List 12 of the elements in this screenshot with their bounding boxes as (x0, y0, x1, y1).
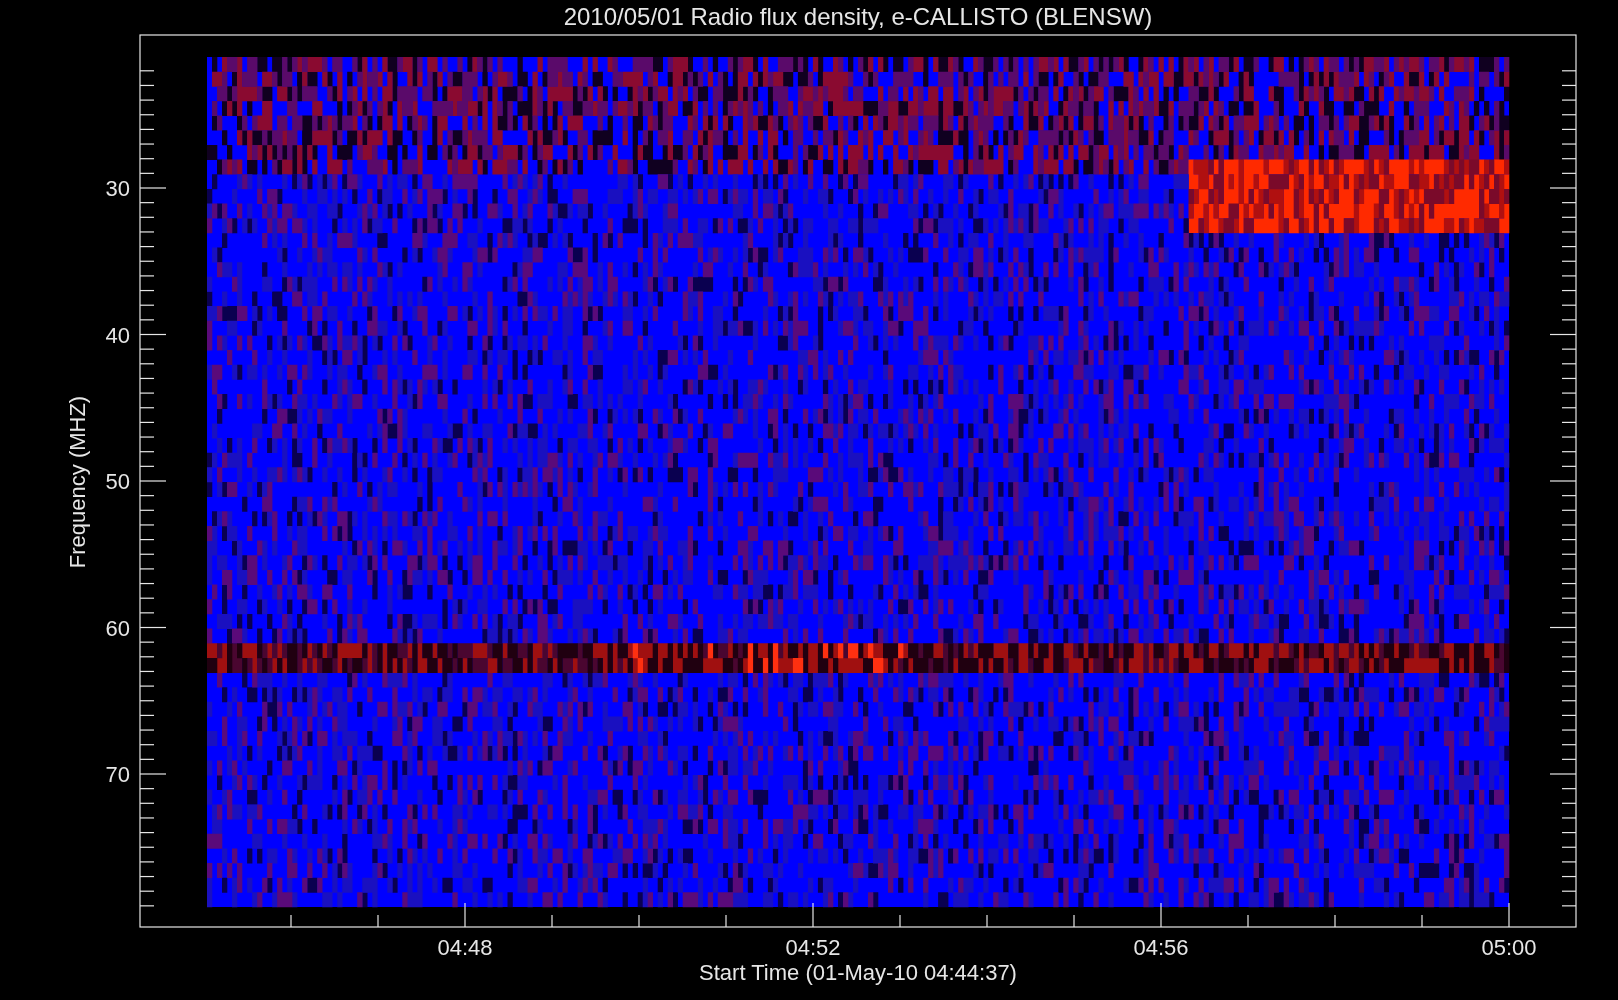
x-tick-label: 05:00 (1481, 935, 1537, 960)
y-tick-label: 60 (105, 615, 130, 641)
y-axis-label: Frequency (MHZ) (65, 395, 90, 569)
chart-title: 2010/05/01 Radio flux density, e-CALLISTO (BLENSW) (563, 3, 1153, 30)
y-tick-label: 70 (105, 762, 130, 787)
y-tick-label: 40 (105, 322, 130, 348)
x-axis-label: Start Time (01-May-10 04:44:37) (699, 960, 1017, 985)
x-tick-label: 04:56 (1133, 935, 1189, 960)
y-tick-label: 50 (105, 469, 130, 494)
x-tick-label: 04:48 (437, 935, 493, 960)
x-tick-label: 04:52 (785, 935, 841, 960)
y-tick-label: 30 (105, 176, 130, 201)
